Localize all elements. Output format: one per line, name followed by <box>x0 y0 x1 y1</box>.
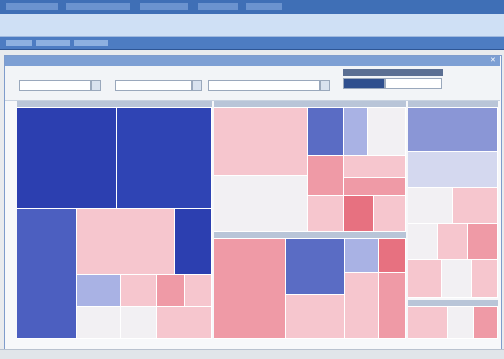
filter-label-3 <box>208 70 268 77</box>
status-text <box>4 351 124 358</box>
menu-item-help[interactable] <box>198 3 238 10</box>
close-icon[interactable]: ✕ <box>490 57 496 64</box>
treemap-tile[interactable] <box>214 239 286 339</box>
treemap-tile[interactable] <box>77 307 121 339</box>
treemap-tile[interactable] <box>472 260 498 298</box>
treemap-tile[interactable] <box>214 176 308 232</box>
treemap-tile[interactable] <box>474 307 498 339</box>
filter-label-2 <box>115 70 175 77</box>
menu-item-admin[interactable] <box>246 3 282 10</box>
chevron-down-icon[interactable] <box>192 80 202 91</box>
treemap-tile[interactable] <box>442 260 472 298</box>
treemap-tile[interactable] <box>448 307 474 339</box>
treemap-tile[interactable] <box>453 188 498 224</box>
treemap-tile[interactable] <box>344 108 368 156</box>
chevron-down-icon[interactable] <box>320 80 330 91</box>
treemap-group-header <box>214 232 406 239</box>
top-menu-bar <box>0 0 504 15</box>
treemap-tile[interactable] <box>175 209 212 275</box>
treemap-tile[interactable] <box>308 196 344 232</box>
treemap-tile[interactable] <box>157 275 185 307</box>
filter-select-4[interactable] <box>343 78 385 89</box>
treemap-tile[interactable] <box>344 196 374 232</box>
filter-select-4b[interactable] <box>385 78 442 89</box>
treemap-tile[interactable] <box>438 224 468 260</box>
panel-header: ✕ <box>5 56 500 66</box>
dashboard-title-bar <box>0 14 504 37</box>
treemap-tile[interactable] <box>121 307 157 339</box>
treemap-tile[interactable] <box>157 307 212 339</box>
treemap-tile[interactable] <box>345 239 379 273</box>
menu-item-settings[interactable] <box>140 3 188 10</box>
treemap-tile[interactable] <box>408 188 453 224</box>
treemap-tile[interactable] <box>286 239 345 295</box>
tab-2[interactable] <box>36 40 70 46</box>
treemap-tile[interactable] <box>374 196 406 232</box>
treemap-group-header <box>214 101 406 108</box>
treemap <box>17 101 498 347</box>
treemap-tile[interactable] <box>379 239 406 273</box>
treemap-tile[interactable] <box>308 156 344 196</box>
treemap-tile[interactable] <box>308 108 344 156</box>
treemap-tile[interactable] <box>17 209 77 339</box>
treemap-tile[interactable] <box>408 152 498 188</box>
treemap-tile[interactable] <box>408 224 438 260</box>
treemap-tile[interactable] <box>344 178 406 196</box>
treemap-tile[interactable] <box>468 224 498 260</box>
treemap-group-header <box>17 101 212 108</box>
filter-select-1[interactable] <box>19 80 91 91</box>
treemap-tile[interactable] <box>408 108 498 152</box>
chevron-down-icon[interactable] <box>91 80 101 91</box>
treemap-tile[interactable] <box>185 275 212 307</box>
treemap-tile[interactable] <box>214 108 308 176</box>
filter-bar <box>5 66 500 101</box>
treemap-tile[interactable] <box>77 275 121 307</box>
treemap-group-header <box>408 300 498 307</box>
tab-bar <box>0 37 504 50</box>
filter-label-1 <box>19 70 79 77</box>
menu-item-reports[interactable] <box>66 3 130 10</box>
treemap-tile[interactable] <box>77 209 175 275</box>
treemap-tile[interactable] <box>286 295 345 339</box>
treemap-group-header <box>408 101 498 108</box>
treemap-tile[interactable] <box>379 273 406 339</box>
dashboard-title <box>8 20 208 30</box>
filter-select-3[interactable] <box>208 80 320 91</box>
treemap-tile[interactable] <box>368 108 406 156</box>
treemap-tile[interactable] <box>344 156 406 178</box>
treemap-tile[interactable] <box>117 108 212 209</box>
filter-select-2[interactable] <box>115 80 192 91</box>
treemap-tile[interactable] <box>408 260 442 298</box>
tab-1[interactable] <box>6 40 32 46</box>
filter-label-4 <box>343 69 443 76</box>
treemap-tile[interactable] <box>121 275 157 307</box>
treemap-tile[interactable] <box>408 307 448 339</box>
treemap-tile[interactable] <box>345 273 379 339</box>
tab-3[interactable] <box>74 40 108 46</box>
menu-item-home[interactable] <box>6 3 58 10</box>
treemap-tile[interactable] <box>17 108 117 209</box>
